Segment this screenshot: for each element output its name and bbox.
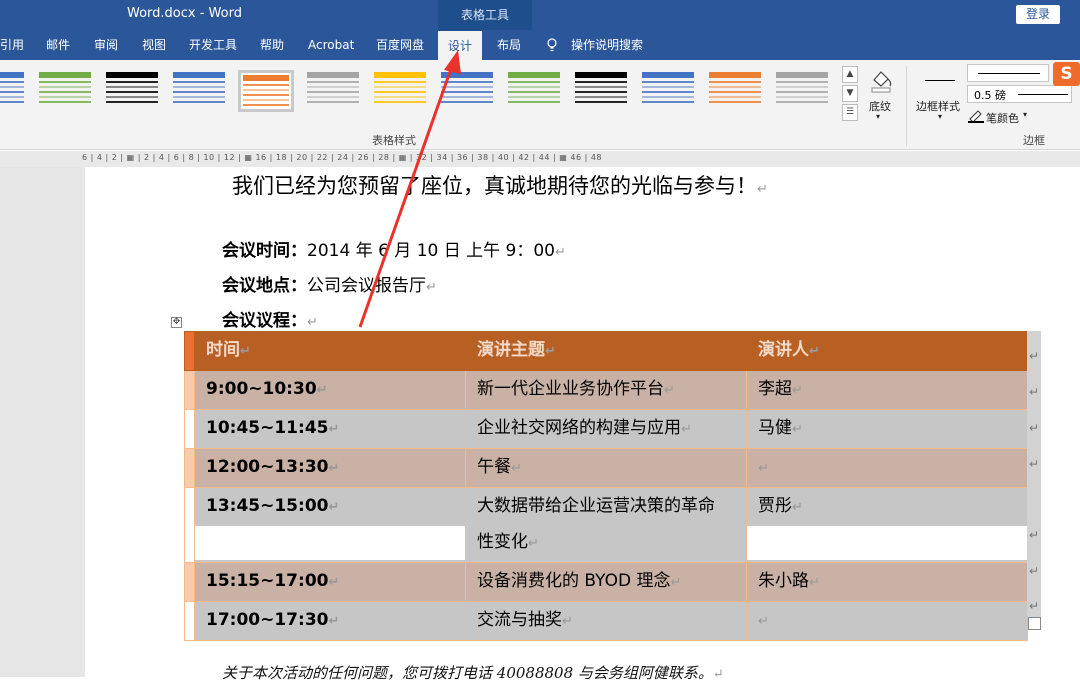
tab-baidu-netdisk[interactable]: 百度网盘 <box>376 30 424 60</box>
table-header-row: 时间↵ 演讲主题↵ 演讲人↵ <box>184 331 1028 371</box>
end-of-row-mark: ↵ <box>1029 564 1040 578</box>
agenda-label: 会议议程： <box>222 311 307 331</box>
tab-mailings[interactable]: 邮件 <box>46 30 70 60</box>
tab-review[interactable]: 审阅 <box>94 30 118 60</box>
group-borders-label: 边框 <box>1023 134 1045 147</box>
meeting-time-line: 会议时间：2014 年 6 月 10 日 上午 9：00↵ <box>222 241 566 261</box>
table-style-swatch[interactable] <box>0 70 26 112</box>
gallery-more-icon[interactable]: ☰ <box>842 104 858 121</box>
line-style-select[interactable] <box>967 64 1049 82</box>
table-style-swatch[interactable] <box>506 70 562 112</box>
table-move-handle-icon[interactable]: ✥ <box>171 317 182 328</box>
header-topic[interactable]: 演讲主题↵ <box>465 331 747 371</box>
header-speaker[interactable]: 演讲人↵ <box>746 331 1028 371</box>
meeting-time-label: 会议时间： <box>222 241 307 261</box>
meeting-place-value: 公司会议报告厅 <box>307 276 426 296</box>
gallery-up-icon[interactable]: ▲ <box>842 66 858 83</box>
agenda-line: 会议议程：↵ <box>222 311 318 331</box>
cell-time[interactable]: 12:00~13:30↵ <box>194 448 466 488</box>
pen-color-icon[interactable] <box>968 109 984 123</box>
window-title: Word.docx - Word <box>127 6 242 21</box>
gallery-down-icon[interactable]: ▼ <box>842 85 858 102</box>
cell-topic[interactable]: 设备消费化的 BYOD 理念↵ <box>465 562 747 602</box>
pen-color-label[interactable]: 笔颜色 <box>986 110 1019 126</box>
table-style-swatch[interactable] <box>707 70 763 112</box>
cell-speaker[interactable]: 朱小路↵ <box>746 562 1028 602</box>
border-styles-dropdown-icon[interactable]: ▾ <box>938 112 942 121</box>
group-table-styles-label: 表格样式 <box>372 134 416 147</box>
border-style-line-icon[interactable] <box>925 80 955 81</box>
header-time[interactable]: 时间↵ <box>194 331 466 371</box>
line-weight-select[interactable]: 0.5 磅 <box>967 85 1072 103</box>
ribbon-panel: ▲ ▼ ☰ 表格样式 底纹 ▾ 边框样式 ▾ 0.5 磅 笔颜色 ▾ 边框 <box>0 60 1080 150</box>
cell-speaker[interactable]: 马健↵ <box>746 409 1028 449</box>
table-style-swatch[interactable] <box>37 70 93 112</box>
agenda-table[interactable]: 时间↵ 演讲主题↵ 演讲人↵ 9:00~10:30↵ 新一代企业业务协作平台↵ … <box>184 331 1028 641</box>
table-style-swatch[interactable] <box>439 70 495 112</box>
tab-design[interactable]: 设计 <box>438 30 482 60</box>
table-style-swatch[interactable] <box>372 70 428 112</box>
cell-topic[interactable]: 午餐↵ <box>465 448 747 488</box>
table-style-swatch[interactable] <box>238 70 294 112</box>
table-tools-context-label: 表格工具 <box>438 0 532 30</box>
ruler-ticks: 6 | 4 | 2 | ▦ | 2 | 4 | 6 | 8 | 10 | 12 … <box>82 153 602 162</box>
horizontal-ruler[interactable]: 6 | 4 | 2 | ▦ | 2 | 4 | 6 | 8 | 10 | 12 … <box>0 151 1080 167</box>
table-style-swatch[interactable] <box>640 70 696 112</box>
cell-time[interactable]: 15:15~17:00↵ <box>194 562 466 602</box>
table-row: 13:45~15:00↵ 大数据带给企业运营决策的革命 性变化↵ 贾彤↵ <box>184 487 1028 563</box>
cell-time[interactable]: 13:45~15:00↵ <box>194 487 466 563</box>
tab-references[interactable]: 引用 <box>0 30 24 60</box>
cell-speaker[interactable]: ↵ <box>746 601 1028 641</box>
cell-time[interactable]: 10:45~11:45↵ <box>194 409 466 449</box>
cell-topic[interactable]: 新一代企业业务协作平台↵ <box>465 370 747 410</box>
cell-speaker[interactable]: ↵ <box>746 448 1028 488</box>
tab-layout[interactable]: 布局 <box>497 30 521 60</box>
table-resize-handle-icon[interactable] <box>1028 617 1041 630</box>
table-row: 12:00~13:30↵ 午餐↵ ↵ <box>184 448 1028 488</box>
shading-bucket-icon[interactable] <box>866 66 896 94</box>
meeting-time-value: 2014 年 6 月 10 日 上午 9：00 <box>307 241 555 261</box>
end-of-row-mark: ↵ <box>1029 457 1040 471</box>
cell-speaker[interactable]: 李超↵ <box>746 370 1028 410</box>
tab-acrobat[interactable]: Acrobat <box>308 30 354 60</box>
ribbon-separator <box>906 66 907 146</box>
end-of-row-mark: ↵ <box>1029 421 1040 435</box>
meeting-place-line: 会议地点：公司会议报告厅↵ <box>222 276 437 296</box>
cell-speaker[interactable]: 贾彤↵ <box>746 487 1028 563</box>
shading-dropdown-icon[interactable]: ▾ <box>876 112 880 121</box>
welcome-heading: 我们已经为您预留了座位，真诚地期待您的光临与参与！↵ <box>232 174 768 198</box>
table-style-swatch[interactable] <box>171 70 227 112</box>
table-row: 9:00~10:30↵ 新一代企业业务协作平台↵ 李超↵ <box>184 370 1028 410</box>
table-style-swatch[interactable] <box>774 70 830 112</box>
meeting-place-label: 会议地点： <box>222 276 307 296</box>
tell-me-search[interactable]: 操作说明搜索 <box>571 30 643 60</box>
table-style-swatch[interactable] <box>573 70 629 112</box>
cell-topic[interactable]: 大数据带给企业运营决策的革命 性变化↵ <box>465 487 747 563</box>
cell-topic[interactable]: 交流与抽奖↵ <box>465 601 747 641</box>
table-row: 17:00~17:30↵ 交流与抽奖↵ ↵ <box>184 601 1028 641</box>
end-of-row-mark: ↵ <box>1029 385 1040 399</box>
table-row: 15:15~17:00↵ 设备消费化的 BYOD 理念↵ 朱小路↵ <box>184 562 1028 602</box>
login-button[interactable]: 登录 <box>1016 5 1060 24</box>
ribbon-tab-row: 引用 邮件 审阅 视图 开发工具 帮助 Acrobat 百度网盘 设计 布局 操… <box>0 30 1080 60</box>
gallery-scroll[interactable]: ▲ ▼ ☰ <box>842 66 858 122</box>
cell-time[interactable]: 9:00~10:30↵ <box>194 370 466 410</box>
tab-view[interactable]: 视图 <box>142 30 166 60</box>
end-of-row-mark: ↵ <box>1029 528 1040 542</box>
title-bar: Word.docx - Word 表格工具 登录 <box>0 0 1080 30</box>
tab-help[interactable]: 帮助 <box>260 30 284 60</box>
contact-paragraph: 关于本次活动的任何问题，您可拨打电话 40088808 与会务组阿健联系。↵ <box>222 664 724 682</box>
lightbulb-icon[interactable] <box>547 38 557 52</box>
sogou-ime-icon[interactable]: S <box>1053 62 1080 86</box>
table-style-swatch[interactable] <box>305 70 361 112</box>
tab-developer[interactable]: 开发工具 <box>189 30 237 60</box>
end-of-row-mark: ↵ <box>1029 349 1040 363</box>
line-weight-value: 0.5 磅 <box>974 89 1006 102</box>
end-of-row-mark: ↵ <box>1029 599 1040 613</box>
pen-color-dropdown-icon[interactable]: ▾ <box>1023 110 1027 119</box>
cell-time[interactable]: 17:00~17:30↵ <box>194 601 466 641</box>
table-row: 10:45~11:45↵ 企业社交网络的构建与应用↵ 马健↵ <box>184 409 1028 449</box>
cell-topic[interactable]: 企业社交网络的构建与应用↵ <box>465 409 747 449</box>
table-style-swatch[interactable] <box>104 70 160 112</box>
